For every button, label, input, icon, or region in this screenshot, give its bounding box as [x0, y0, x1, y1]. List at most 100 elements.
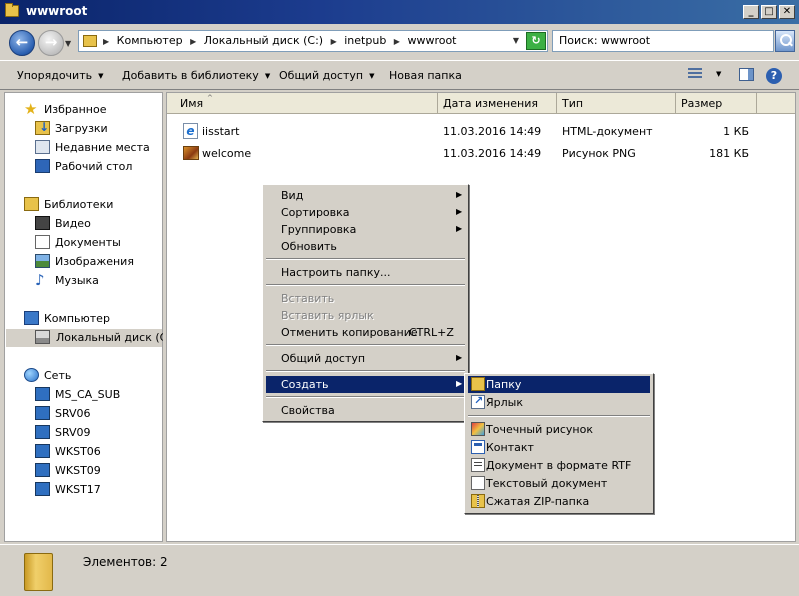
nav-item-host[interactable]: WKST06 [35, 443, 155, 461]
column-header-label: Имя [180, 97, 204, 110]
breadcrumb-computer[interactable]: Компьютер [117, 34, 183, 47]
nav-favorites[interactable]: ★ Избранное [24, 101, 154, 119]
music-icon: ♪ [35, 271, 45, 289]
menu-item-share[interactable]: Общий доступ ▶ [266, 350, 465, 367]
nav-item-recent[interactable]: Недавние места [35, 139, 155, 157]
forward-button[interactable]: → [38, 30, 64, 56]
chevron-right-icon[interactable]: ▶ [103, 37, 109, 46]
chevron-right-icon[interactable]: ▶ [394, 37, 400, 46]
item-count: Элементов: 2 [83, 555, 168, 569]
menu-item-paste[interactable]: Вставить [266, 290, 465, 307]
column-header-size[interactable]: Размер [676, 93, 757, 114]
nav-libraries-label: Библиотеки [44, 198, 114, 211]
organize-button[interactable]: Упорядочить ▼ [17, 69, 104, 82]
menu-item-label: Группировка [281, 223, 357, 236]
chevron-down-icon[interactable]: ▼ [716, 70, 721, 78]
nav-item-downloads[interactable]: Загрузки [35, 120, 155, 138]
network-computer-icon [35, 387, 50, 401]
history-dropdown-icon[interactable]: ▼ [65, 39, 71, 48]
menu-item-label: Контакт [486, 441, 534, 454]
nav-item-host[interactable]: SRV09 [35, 424, 155, 442]
close-button[interactable]: ✕ [779, 5, 795, 19]
nav-item-video[interactable]: Видео [35, 215, 155, 233]
downloads-folder-icon [35, 120, 50, 135]
chevron-down-icon[interactable]: ▼ [513, 36, 519, 45]
bitmap-icon [471, 422, 485, 436]
nav-item-label: WKST06 [55, 445, 101, 458]
nav-item-label: WKST17 [55, 483, 101, 496]
nav-item-host[interactable]: WKST17 [35, 481, 155, 499]
nav-network[interactable]: Сеть [24, 367, 154, 385]
search-input[interactable]: Поиск: wwwroot [552, 30, 774, 52]
column-header-type[interactable]: Тип [557, 93, 676, 114]
column-header-date[interactable]: Дата изменения [438, 93, 557, 114]
submenu-item-folder[interactable]: Папку [468, 376, 650, 393]
breadcrumb-inetpub[interactable]: inetpub [344, 34, 386, 47]
menu-item-group[interactable]: Группировка ▶ [266, 221, 465, 238]
minimize-button[interactable]: _ [743, 5, 759, 19]
nav-item-host[interactable]: MS_CA_SUB [35, 386, 155, 404]
table-row[interactable]: welcome 11.03.2016 14:49 Рисунок PNG 181… [181, 144, 781, 164]
nav-item-documents[interactable]: Документы [35, 234, 155, 252]
help-icon[interactable]: ? [766, 68, 782, 84]
title-bar[interactable]: wwwroot _ □ ✕ [0, 0, 799, 24]
view-options-icon[interactable] [688, 68, 702, 80]
share-button[interactable]: Общий доступ ▼ [279, 69, 374, 82]
submenu-item-zip[interactable]: Сжатая ZIP-папка [468, 493, 650, 510]
column-header-label: Тип [562, 97, 584, 110]
back-button[interactable]: ← [9, 30, 35, 56]
menu-item-sort[interactable]: Сортировка ▶ [266, 204, 465, 221]
menu-separator [266, 284, 465, 286]
menu-separator [468, 415, 650, 417]
menu-item-label: Точечный рисунок [486, 423, 593, 436]
menu-item-customize[interactable]: Настроить папку... [266, 264, 465, 281]
menu-item-view[interactable]: Вид ▶ [266, 187, 465, 204]
menu-item-label: Вставить ярлык [281, 309, 374, 322]
menu-separator [266, 370, 465, 372]
nav-item-desktop[interactable]: Рабочий стол [35, 158, 155, 176]
nav-libraries[interactable]: Библиотеки [24, 196, 154, 214]
breadcrumb-wwwroot[interactable]: wwwroot [407, 34, 456, 47]
nav-item-host[interactable]: WKST09 [35, 462, 155, 480]
menu-item-refresh[interactable]: Обновить [266, 238, 465, 255]
submenu-arrow-icon: ▶ [456, 353, 463, 362]
file-date: 11.03.2016 14:49 [443, 147, 542, 160]
submenu-item-rtf[interactable]: Документ в формате RTF [468, 457, 650, 474]
submenu-item-text[interactable]: Текстовый документ [468, 475, 650, 492]
menu-item-label: Вид [281, 189, 304, 202]
window-title: wwwroot [26, 4, 88, 18]
add-to-library-button[interactable]: Добавить в библиотеку ▼ [122, 69, 270, 82]
nav-item-label: Изображения [55, 255, 134, 268]
chevron-right-icon[interactable]: ▶ [190, 37, 196, 46]
nav-item-host[interactable]: SRV06 [35, 405, 155, 423]
address-bar[interactable]: ▶ Компьютер ▶ Локальный диск (C:) ▶ inet… [78, 30, 548, 52]
navigation-pane[interactable]: ★ Избранное Загрузки Недавние места Рабо… [4, 92, 175, 542]
menu-item-label: Сортировка [281, 206, 350, 219]
menu-item-label: Вставить [281, 292, 335, 305]
menu-item-create[interactable]: Создать ▶ [266, 376, 465, 393]
chevron-right-icon[interactable]: ▶ [331, 37, 337, 46]
new-folder-button[interactable]: Новая папка [389, 69, 462, 82]
breadcrumb-local-disk[interactable]: Локальный диск (C:) [204, 34, 323, 47]
nav-item-local-disk[interactable]: Локальный диск (C:) [6, 329, 175, 347]
menu-item-paste-shortcut[interactable]: Вставить ярлык [266, 307, 465, 324]
submenu-arrow-icon: ▶ [456, 207, 463, 216]
zip-folder-icon [471, 494, 485, 508]
search-icon[interactable] [775, 30, 795, 52]
menu-item-undo-copy[interactable]: Отменить копирование CTRL+Z [266, 324, 465, 341]
nav-computer[interactable]: Компьютер [24, 310, 154, 328]
column-header-name[interactable]: ^ Имя [167, 93, 438, 114]
menu-item-properties[interactable]: Свойства [266, 402, 465, 419]
submenu-item-bitmap[interactable]: Точечный рисунок [468, 421, 650, 438]
nav-item-pictures[interactable]: Изображения [35, 253, 155, 271]
nav-item-label: SRV09 [55, 426, 91, 439]
preview-pane-icon[interactable] [739, 68, 754, 81]
nav-item-label: Загрузки [55, 122, 108, 135]
submenu-item-contact[interactable]: Контакт [468, 439, 650, 456]
refresh-button[interactable]: ↻ [526, 32, 546, 50]
table-row[interactable]: e iisstart 11.03.2016 14:49 HTML-докумен… [181, 122, 781, 142]
nav-item-music[interactable]: ♪ Музыка [35, 272, 155, 290]
submenu-item-shortcut[interactable]: Ярлык [468, 394, 650, 411]
nav-item-label: Рабочий стол [55, 160, 133, 173]
maximize-button[interactable]: □ [761, 5, 777, 19]
